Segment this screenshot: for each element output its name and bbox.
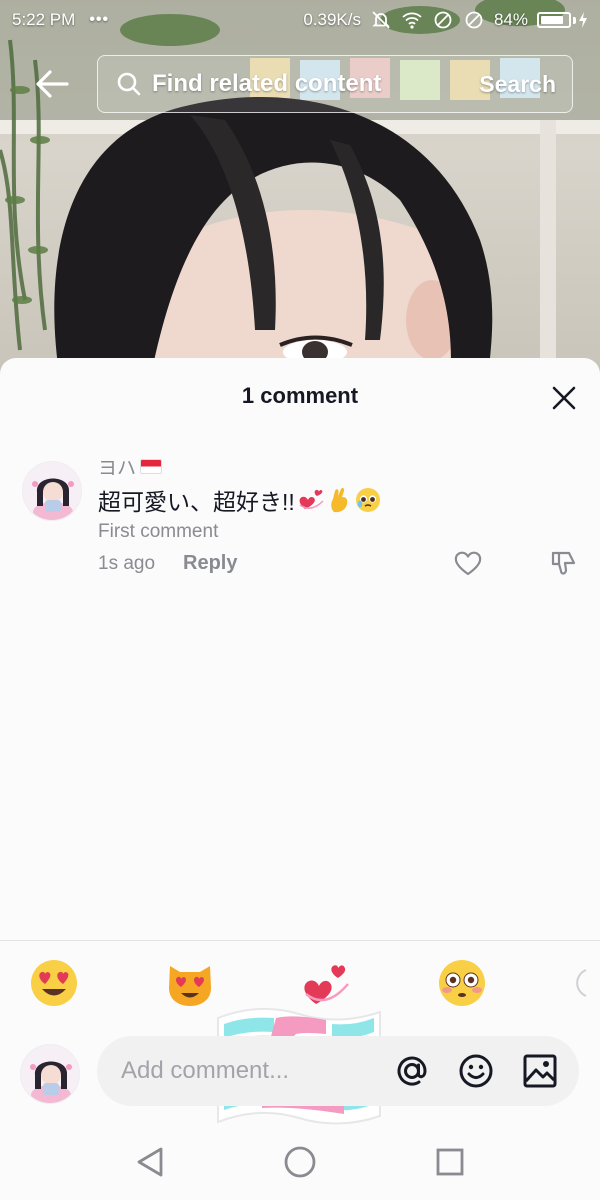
network-speed: 0.39K/s <box>303 10 361 29</box>
comment-text: 超可愛い、超好き!! <box>98 483 381 517</box>
sheet-divider <box>0 940 600 941</box>
nav-back-icon <box>137 1147 163 1177</box>
revolving-hearts-emoji-icon <box>304 965 349 1004</box>
emoji-picker-button[interactable] <box>457 1052 495 1090</box>
comment-username[interactable]: ヨハ <box>98 453 163 480</box>
comment-text-field[interactable] <box>121 1057 381 1085</box>
close-button[interactable] <box>550 384 578 412</box>
nav-back-button[interactable] <box>130 1142 170 1182</box>
search-placeholder: Find related content <box>152 70 382 97</box>
comments-title: 1 comment <box>241 383 359 408</box>
status-more-dots: ••• <box>89 11 110 28</box>
nav-home-icon <box>284 1146 316 1178</box>
wifi-icon <box>401 9 423 31</box>
status-time: 5:22 PM <box>12 10 76 29</box>
comment-username-text: ヨハ <box>98 458 137 479</box>
battery-percent: 84% <box>493 10 528 29</box>
crossed-fingers-icon <box>331 487 348 513</box>
flushed-face-icon <box>439 960 485 1006</box>
more-emoji-peek[interactable] <box>572 955 600 1011</box>
mention-button[interactable] <box>393 1052 431 1090</box>
my-avatar[interactable] <box>20 1044 80 1104</box>
comment-timestamp: 1s ago <box>98 553 156 574</box>
emoji-icon <box>459 1054 493 1088</box>
charging-icon <box>579 12 587 28</box>
no-signal-icon <box>432 9 454 31</box>
commenter-avatar[interactable] <box>22 461 82 521</box>
close-icon <box>552 386 576 410</box>
dislike-button[interactable] <box>548 547 580 579</box>
revolving-hearts-icon <box>299 489 324 509</box>
no-sim-icon <box>463 9 485 31</box>
heart-eyes-cat-icon <box>169 966 211 1006</box>
heart-eyes-emoji-button[interactable] <box>26 955 82 1011</box>
attach-image-button[interactable] <box>521 1052 559 1090</box>
revolving-hearts-emoji-button[interactable] <box>298 955 354 1011</box>
flag-icon <box>140 459 163 474</box>
like-button[interactable] <box>452 547 484 579</box>
nav-home-button[interactable] <box>280 1142 320 1182</box>
back-arrow-icon <box>36 70 69 98</box>
comment-text-content: 超可愛い、超好き!! <box>98 489 295 515</box>
comment-input-row <box>0 1030 600 1114</box>
mute-notification-icon <box>370 9 392 31</box>
flushed-face-emoji-button[interactable] <box>434 955 490 1011</box>
quick-emoji-row <box>0 955 600 1023</box>
pleading-face-icon <box>355 488 380 512</box>
battery-icon <box>537 12 588 28</box>
comments-header: 1 comment <box>0 358 600 434</box>
nav-recent-apps-button[interactable] <box>430 1142 470 1182</box>
nav-recent-icon <box>436 1148 464 1176</box>
heart-icon <box>454 551 482 576</box>
status-bar: 5:22 PM ••• 0.39K/s 84% <box>0 0 600 40</box>
at-icon <box>397 1056 427 1086</box>
search-input[interactable]: Find related content Search <box>97 55 573 113</box>
search-icon <box>117 72 141 96</box>
image-icon <box>523 1054 557 1088</box>
heart-eyes-icon <box>31 960 77 1006</box>
dislike-icon <box>551 551 576 575</box>
comment-input[interactable] <box>97 1036 579 1106</box>
search-button[interactable]: Search <box>479 71 556 98</box>
heart-eyes-cat-emoji-button[interactable] <box>162 955 218 1011</box>
back-button[interactable] <box>30 62 74 106</box>
reply-button[interactable]: Reply <box>183 552 237 575</box>
first-comment-label: First comment <box>98 521 219 542</box>
system-navigation-bar <box>0 1124 600 1200</box>
